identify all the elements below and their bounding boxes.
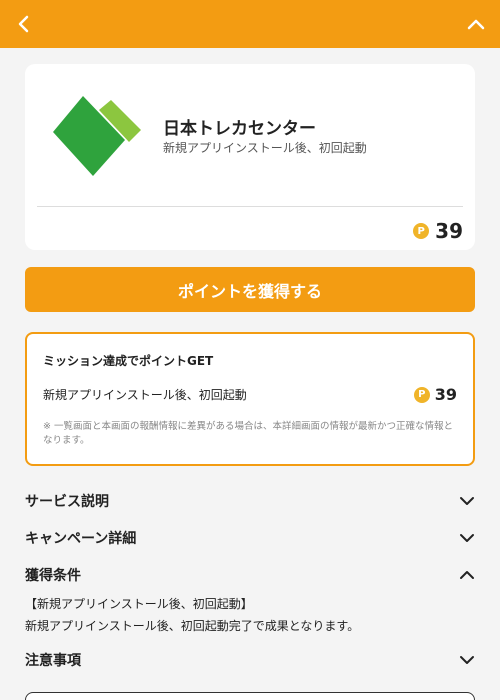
divider bbox=[37, 206, 463, 207]
chevron-up-icon bbox=[459, 567, 475, 583]
app-subtitle: 新規アプリインストール後、初回起動 bbox=[163, 141, 367, 155]
section-service-title: サービス説明 bbox=[25, 494, 109, 510]
section-cautions[interactable]: 注意事項 bbox=[25, 649, 475, 671]
back-button[interactable] bbox=[12, 12, 36, 36]
app-logo-icon bbox=[53, 96, 141, 176]
mission-points-value: 39 bbox=[434, 385, 457, 404]
chevron-down-icon bbox=[459, 530, 475, 546]
mission-title: ミッション達成でポイントGET bbox=[43, 354, 214, 368]
app-name: 日本トレカセンター bbox=[163, 119, 316, 139]
app-card: 日本トレカセンター 新規アプリインストール後、初回起動 P 39 bbox=[25, 64, 475, 250]
chevron-left-icon bbox=[18, 15, 29, 33]
section-cautions-title: 注意事項 bbox=[25, 653, 81, 669]
header-bar bbox=[0, 0, 500, 48]
mission-note: ※ 一覧画面と本画面の報酬情報に差異がある場合は、本詳細画面の情報が最新かつ正確… bbox=[43, 421, 453, 446]
section-campaign-title: キャンペーン詳細 bbox=[25, 531, 137, 547]
chevron-down-icon bbox=[459, 652, 475, 668]
collapse-button[interactable] bbox=[464, 12, 488, 36]
bottom-box[interactable] bbox=[25, 692, 475, 700]
point-coin-icon: P bbox=[413, 223, 430, 239]
conditions-line-1: 【新規アプリインストール後、初回起動】 bbox=[25, 597, 253, 611]
app-points-value: 39 bbox=[435, 219, 463, 243]
section-campaign[interactable]: キャンペーン詳細 bbox=[25, 527, 475, 549]
chevron-up-icon bbox=[467, 19, 485, 30]
chevron-down-icon bbox=[459, 493, 475, 509]
conditions-line-2: 新規アプリインストール後、初回起動完了で成果となります。 bbox=[25, 619, 360, 633]
section-conditions-title: 獲得条件 bbox=[25, 568, 81, 584]
mission-item-label: 新規アプリインストール後、初回起動 bbox=[43, 388, 247, 402]
section-conditions[interactable]: 獲得条件 bbox=[25, 564, 475, 586]
get-points-button[interactable]: ポイントを獲得する bbox=[25, 267, 475, 312]
mission-box: ミッション達成でポイントGET 新規アプリインストール後、初回起動 P 39 ※… bbox=[25, 332, 475, 466]
point-coin-icon: P bbox=[413, 386, 430, 403]
app-points: P 39 bbox=[413, 219, 463, 243]
section-service[interactable]: サービス説明 bbox=[25, 490, 475, 512]
mission-points: P 39 bbox=[413, 385, 457, 404]
